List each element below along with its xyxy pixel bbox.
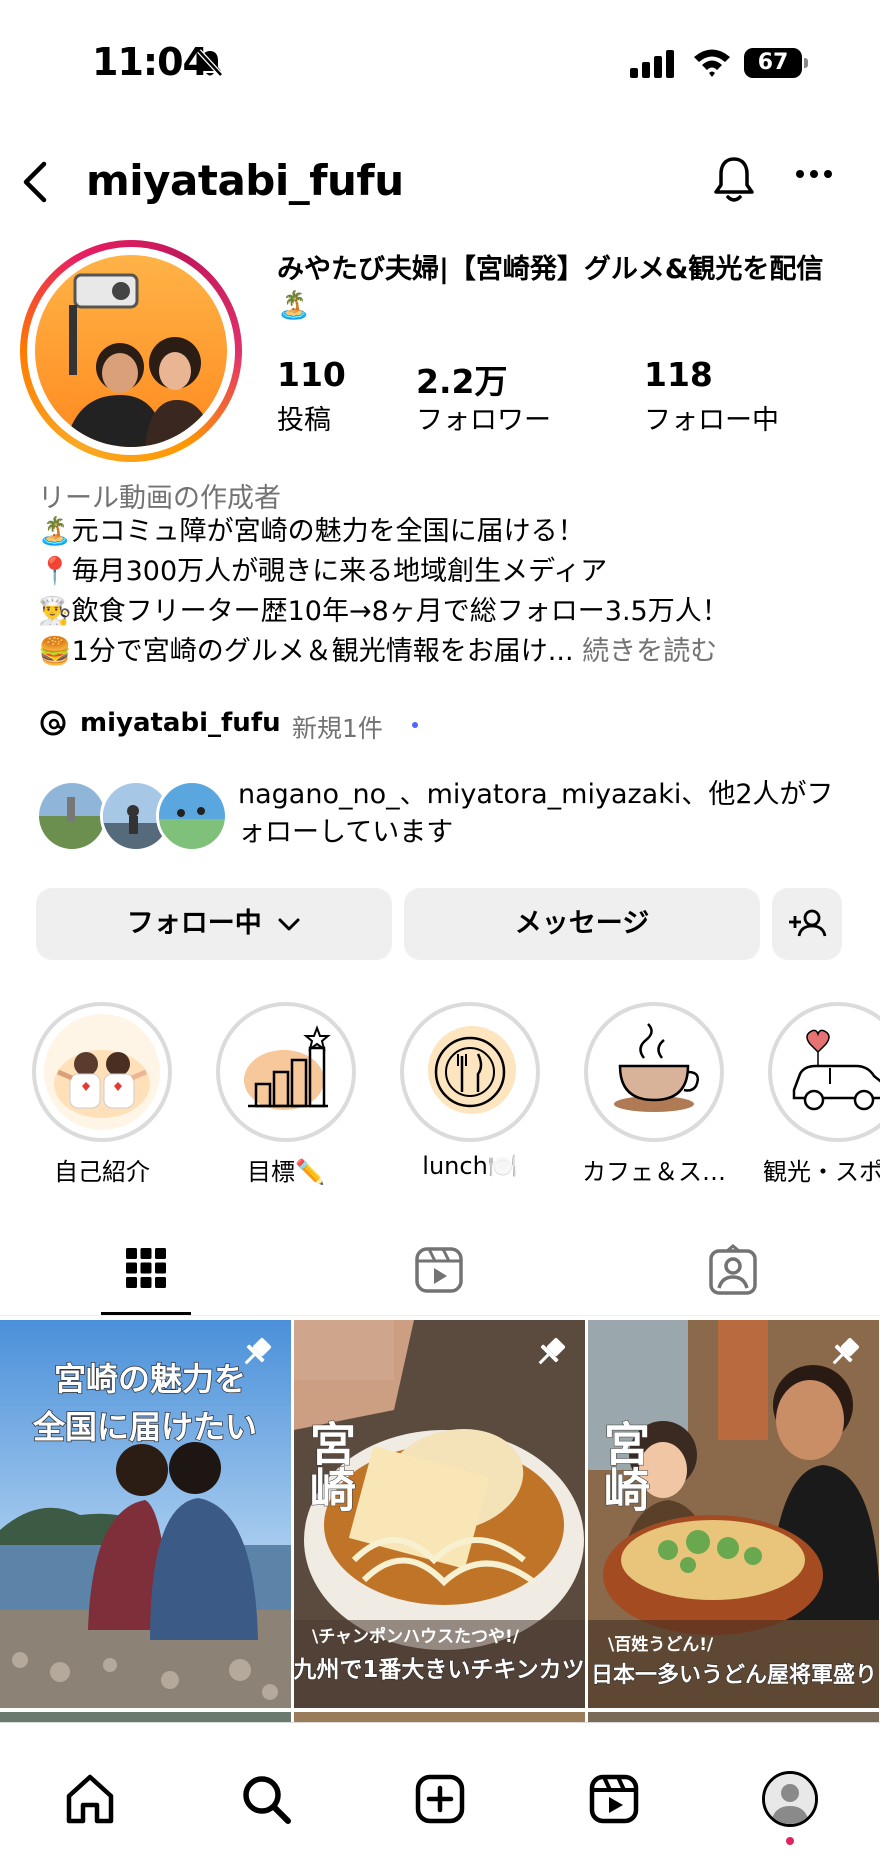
car-heart-icon	[780, 1014, 880, 1130]
highlight-intro[interactable]	[32, 1002, 172, 1142]
home-icon[interactable]	[64, 1773, 116, 1825]
posts-label[interactable]: 投稿	[277, 398, 331, 437]
bottom-navigation	[0, 1722, 880, 1859]
search-icon[interactable]	[240, 1773, 292, 1825]
goal-chart-illustration	[228, 1014, 344, 1130]
highlight-goal[interactable]	[216, 1002, 356, 1142]
mutual-followers-text[interactable]: nagano_no_、miyatora_miyazaki、他2人がフォローしてい…	[238, 776, 838, 852]
following-button[interactable]: フォロー中	[36, 888, 392, 960]
followers-count[interactable]: 2.2万	[416, 355, 507, 403]
grid-icon[interactable]	[124, 1246, 168, 1290]
following-label[interactable]: フォロー中	[644, 398, 779, 437]
fork-knife-plate-icon	[412, 1014, 528, 1130]
tab-divider	[0, 1315, 880, 1316]
bio-line: 🏝️元コミュ障が宮崎の魅力を全国に届ける！	[38, 516, 585, 547]
threads-icon[interactable]	[38, 708, 68, 738]
message-button[interactable]: メッセージ	[404, 888, 760, 960]
profile-avatar[interactable]	[35, 255, 227, 447]
status-time: 11:04	[92, 40, 209, 84]
grid-post[interactable]: 宮崎の魅力を 全国に届けたい	[0, 1320, 291, 1708]
back-arrow-icon[interactable]	[18, 160, 52, 204]
bell-off-icon	[197, 49, 223, 77]
threads-username[interactable]: miyatabi_fufu	[80, 708, 281, 738]
more-options-icon[interactable]	[794, 168, 834, 180]
read-more-link[interactable]: 続きを読む	[582, 636, 717, 667]
post-caption: 九州で1番大きいチキンカツ	[294, 1657, 585, 1683]
highlight-sightseeing[interactable]	[768, 1002, 880, 1142]
posts-count[interactable]: 110	[277, 355, 346, 394]
battery-tip	[804, 58, 808, 68]
bio-line: 📍毎月300万人が覗きに来る地域創生メディア	[38, 556, 608, 587]
couple-illustration	[44, 1014, 160, 1130]
grid-post[interactable]: 宮崎 \チャンポンハウスたつや!/ 九州で1番大きいチキンカツ	[294, 1320, 585, 1708]
threads-new-badge[interactable]: 新規1件	[292, 709, 383, 745]
highlight-lunch[interactable]	[400, 1002, 540, 1142]
profile-display-name: みやたび夫婦|【宮崎発】グルメ&観光を配信🏝️	[277, 254, 824, 321]
post-subtitle: \百姓うどん!/	[608, 1634, 714, 1655]
mutual-avatar[interactable]	[156, 780, 228, 852]
post-title-line1: 宮崎の魅力を	[54, 1360, 246, 1398]
highlight-label[interactable]: lunch🍽️	[385, 1152, 555, 1180]
grid-post[interactable]: 宮崎 \百姓うどん!/ 日本一多いうどん屋将軍盛り	[588, 1320, 879, 1708]
highlight-label[interactable]: 観光・スポ	[753, 1152, 880, 1187]
notification-bell-icon[interactable]	[708, 154, 760, 206]
wifi-icon	[694, 49, 730, 77]
reels-icon[interactable]	[414, 1246, 464, 1294]
highlight-cafe[interactable]	[584, 1002, 724, 1142]
post-caption: 日本一多いうどん屋将軍盛り	[591, 1662, 877, 1688]
battery-indicator: 67	[744, 48, 802, 78]
post-subtitle: \チャンポンハウスたつや!/	[312, 1626, 520, 1647]
cellular-signal-icon	[630, 50, 674, 78]
notification-dot	[786, 1837, 794, 1845]
bio-line-last: 🍔1分で宮崎のグルメ＆観光情報をお届け... 続きを読む	[38, 632, 717, 672]
profile-username: miyatabi_fufu	[86, 156, 404, 205]
coffee-cup-icon	[596, 1014, 712, 1130]
post-title-line2: 全国に届けたい	[32, 1408, 257, 1446]
reels-icon[interactable]	[588, 1773, 640, 1825]
followers-label[interactable]: フォロワー	[416, 398, 551, 437]
following-button-label: フォロー中	[126, 908, 262, 939]
mutual-avatar[interactable]	[36, 780, 108, 852]
bio-line: 👨‍🍳飲食フリーター歴10年→8ヶ月で総フォロー3.5万人！	[38, 596, 729, 627]
highlight-label[interactable]: 目標✏️	[201, 1152, 371, 1187]
highlight-label[interactable]: カフェ＆ス…	[569, 1152, 739, 1187]
threads-new-dot	[412, 722, 418, 728]
tagged-icon[interactable]	[708, 1244, 758, 1296]
post-vertical-title: 宮崎	[303, 1420, 357, 1512]
following-count[interactable]: 118	[644, 355, 713, 394]
plus-square-icon[interactable]	[414, 1773, 466, 1825]
profile-category: リール動画の作成者	[38, 483, 281, 514]
add-user-icon	[789, 909, 827, 937]
add-friend-button[interactable]	[772, 888, 842, 960]
post-vertical-title: 宮崎	[597, 1420, 651, 1512]
profile-avatar[interactable]	[762, 1771, 818, 1827]
bio-line-text: 🍔1分で宮崎のグルメ＆観光情報をお届け...	[38, 636, 574, 667]
chevron-down-icon	[278, 918, 300, 930]
highlight-label[interactable]: 自己紹介	[17, 1152, 187, 1187]
